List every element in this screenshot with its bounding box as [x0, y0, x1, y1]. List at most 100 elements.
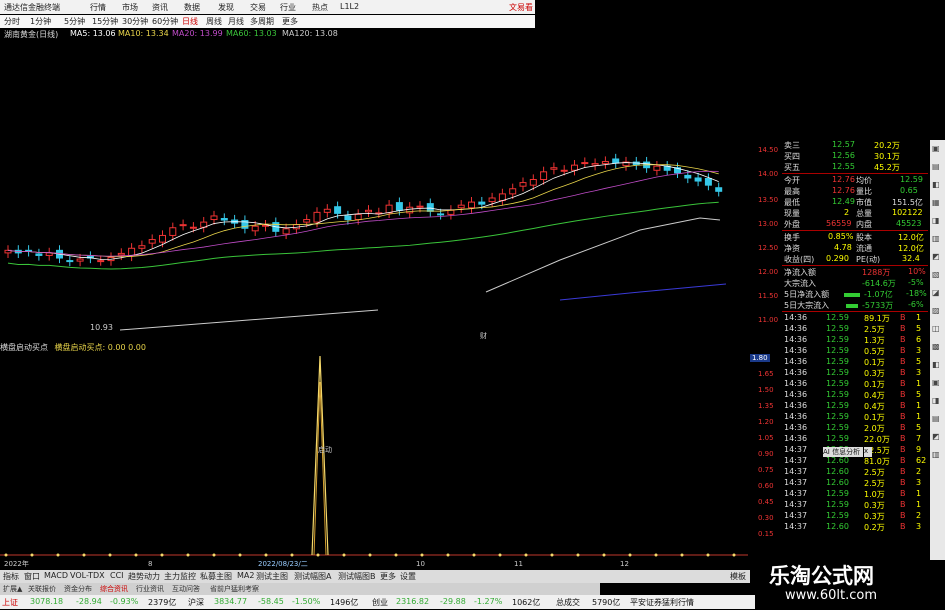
tool-icon[interactable]: ▦	[932, 198, 940, 207]
period-1m[interactable]: 1分钟	[30, 16, 51, 27]
signal-label: 启动	[318, 445, 332, 454]
tool-icon[interactable]: ▨	[932, 306, 940, 315]
ma10-line	[7, 164, 719, 258]
ma10-label: MA10: 13.34	[118, 29, 169, 38]
tab[interactable]: 测试主图	[256, 571, 288, 582]
scale-tick: 1.65	[758, 370, 774, 378]
period-month[interactable]: 月线	[228, 16, 244, 27]
period-more[interactable]: 更多	[282, 16, 298, 27]
tool-icon[interactable]: ▤	[932, 414, 940, 423]
candle-body	[612, 158, 620, 164]
tool-icon[interactable]: ▣	[932, 378, 940, 387]
tab[interactable]: 测试幅图B	[338, 571, 376, 582]
tool-icon[interactable]: ◨	[932, 396, 940, 405]
menu-shuju[interactable]: 数据	[184, 2, 200, 13]
menu-hangqing[interactable]: 行情	[90, 2, 106, 13]
tab[interactable]: 测试幅图A	[294, 571, 331, 582]
baseline-dot	[56, 553, 60, 557]
tab[interactable]: 主力监控	[164, 571, 196, 582]
divider	[782, 311, 928, 312]
candle-body	[704, 177, 712, 186]
menu-redian[interactable]: 热点	[312, 2, 328, 13]
popup-close-button[interactable]: x	[864, 447, 872, 457]
tool-icon[interactable]: ▧	[932, 270, 940, 279]
candle-body	[519, 182, 527, 187]
tool-icon[interactable]: ◪	[932, 288, 940, 297]
kline-chart[interactable]: 10.93 财	[0, 40, 750, 340]
indicator-chart[interactable]: 启动 2022年 8 2022/08/23/二 10 11 12	[0, 352, 750, 570]
menu-hangye[interactable]: 行业	[280, 2, 296, 13]
subtab[interactable]: 扩展▲	[3, 584, 22, 594]
subtab[interactable]: 综合资讯	[100, 584, 128, 594]
tool-icon[interactable]: ◨	[932, 216, 940, 225]
period-30m[interactable]: 30分钟	[122, 16, 148, 27]
candle-body	[313, 211, 321, 223]
scale-tick: 0.75	[758, 466, 774, 474]
ma120-line-b	[485, 217, 721, 293]
tool-icon[interactable]: ◧	[932, 180, 940, 189]
candle-body	[303, 219, 311, 223]
date-marker: 2022/08/23/二	[258, 560, 308, 568]
menu-shichang[interactable]: 市场	[122, 2, 138, 13]
period-5m[interactable]: 5分钟	[64, 16, 85, 27]
candle-body	[35, 253, 43, 256]
candle-body	[148, 239, 156, 244]
baseline-dot	[264, 553, 268, 557]
tool-icon[interactable]: ▥	[932, 450, 940, 459]
subtab[interactable]: 省前户猛利考察	[210, 584, 259, 594]
tab[interactable]: VOL-TDX	[70, 571, 105, 580]
ma-info-bar: 湖南黄金(日线) MA5: 13.06 MA10: 13.34 MA20: 13…	[0, 28, 535, 40]
tool-icon[interactable]: ◫	[932, 324, 940, 333]
tool-icon[interactable]: ▥	[932, 234, 940, 243]
period-multi[interactable]: 多周期	[250, 16, 274, 27]
baseline-dot	[134, 553, 138, 557]
baseline-dot	[550, 553, 554, 557]
ma250-line	[559, 283, 727, 301]
menu-faxian[interactable]: 发现	[218, 2, 234, 13]
tool-icon[interactable]: ◩	[932, 252, 940, 261]
tick-row: 14:36 12.59 1.3万 B 6	[784, 335, 922, 345]
period-day[interactable]: 日线	[182, 16, 198, 27]
candle-body	[189, 226, 197, 229]
menu-l1l2[interactable]: L1L2	[340, 2, 359, 11]
candle-body	[210, 215, 218, 221]
tool-icon[interactable]: ◧	[932, 360, 940, 369]
tab[interactable]: 窗口	[24, 571, 40, 582]
tool-icon[interactable]: ▩	[932, 342, 940, 351]
subtab[interactable]: 互动问答	[172, 584, 200, 594]
tool-icon[interactable]: ◩	[932, 432, 940, 441]
tab[interactable]: 私募主图	[200, 571, 232, 582]
menu-jiaoyi[interactable]: 交易	[250, 2, 266, 13]
tab[interactable]: 趋势动力	[128, 571, 160, 582]
subtab[interactable]: 关联报价	[28, 584, 56, 594]
period-60m[interactable]: 60分钟	[152, 16, 178, 27]
candle-body	[509, 188, 517, 195]
tool-icon[interactable]: ▤	[932, 162, 940, 171]
tab[interactable]: 设置	[400, 571, 416, 582]
period-week[interactable]: 周线	[206, 16, 222, 27]
candle-body	[97, 260, 105, 263]
ai-popup-button[interactable]: AI 信息分析	[823, 447, 863, 457]
tool-icon[interactable]: ▣	[932, 144, 940, 153]
sz-label: 沪深	[188, 598, 204, 607]
baseline-dot	[524, 553, 528, 557]
candle-body	[653, 165, 661, 171]
tab[interactable]: 更多	[380, 571, 396, 582]
subtab[interactable]: 行业资讯	[136, 584, 164, 594]
candle-body	[323, 208, 331, 213]
scale-tick: 14.50	[758, 146, 779, 154]
scale-tick: 12.00	[758, 268, 779, 276]
scale-tick: 0.30	[758, 514, 774, 522]
baseline-dot	[420, 553, 424, 557]
menu-zixun[interactable]: 资讯	[152, 2, 168, 13]
tab[interactable]: 指标	[3, 571, 19, 582]
candle-body	[715, 187, 723, 192]
ma120-line-a	[119, 309, 379, 331]
subtab[interactable]: 资金分布	[64, 584, 92, 594]
tab[interactable]: CCI	[110, 571, 124, 580]
period-fs[interactable]: 分时	[4, 16, 20, 27]
tab-template[interactable]: 模板	[730, 571, 746, 582]
period-15m[interactable]: 15分钟	[92, 16, 118, 27]
tab[interactable]: MA2	[237, 571, 254, 580]
tab[interactable]: MACD	[44, 571, 68, 580]
